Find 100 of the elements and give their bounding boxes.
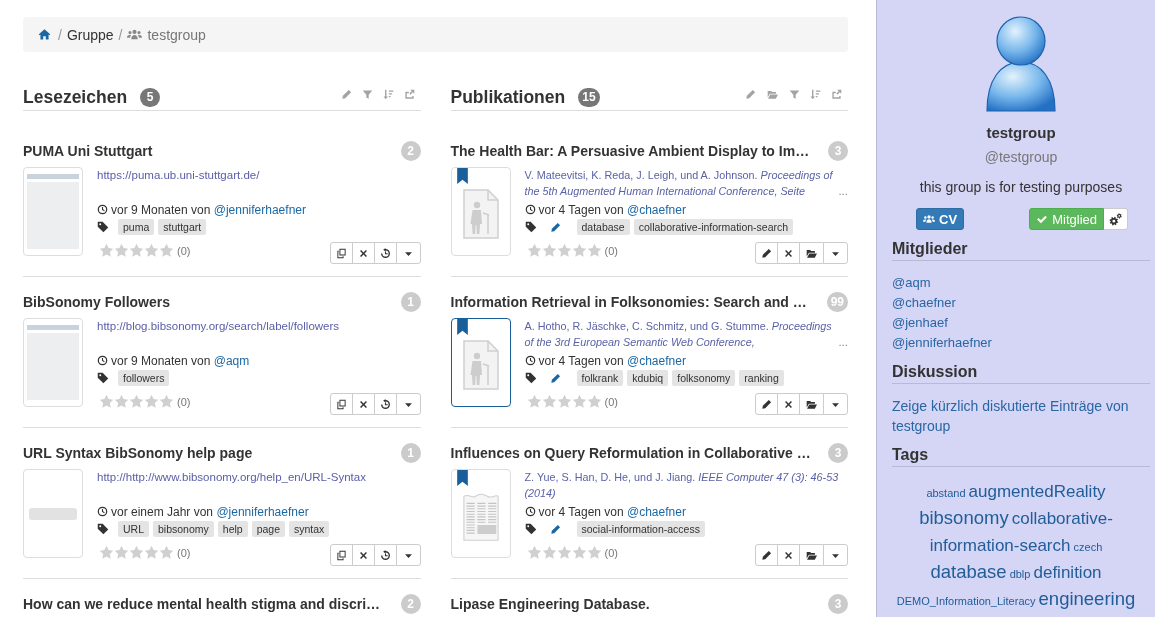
tag-label[interactable]: collaborative-information-search [633,219,794,235]
post-title[interactable]: Lipase Engineering Database. [450,596,650,612]
star-icon[interactable] [129,394,144,409]
tag-label[interactable]: bibsonomy [153,521,214,537]
star-icon[interactable] [526,394,542,409]
post-title[interactable]: The Health Bar: A Persuasive Ambient Display to Im… [450,143,810,159]
star-icon[interactable] [526,545,542,560]
post-title[interactable]: URL Syntax BibSonomy help page [23,445,253,461]
member-link[interactable]: @chaefner [892,293,956,313]
edit-button[interactable] [755,393,778,415]
delete-button[interactable] [777,393,800,415]
star-icon[interactable] [114,394,129,409]
tag-label[interactable]: ranking [739,370,784,386]
star-rating[interactable] [99,545,174,560]
star-icon[interactable] [571,394,587,409]
filter-icon[interactable] [361,88,373,100]
tag-cloud-link[interactable]: bibsonomy [919,507,1009,528]
tag-cloud-link[interactable]: abstand [926,487,966,499]
more-link[interactable]: ... [838,183,848,199]
star-icon[interactable] [159,243,174,258]
tag-label[interactable]: followers [118,370,170,386]
star-icon[interactable] [586,243,602,258]
star-icon[interactable] [556,545,572,560]
home-icon[interactable] [38,28,51,41]
dropdown-button[interactable] [823,544,848,566]
tag-cloud-link[interactable]: czech [1073,541,1103,553]
star-icon[interactable] [586,394,602,409]
sort-icon[interactable] [810,88,821,100]
more-link[interactable]: ... [838,334,848,350]
settings-button[interactable] [1104,208,1128,230]
history-button[interactable] [373,242,397,264]
star-icon[interactable] [129,243,144,258]
copy-button[interactable] [329,544,353,566]
discussion-link[interactable]: Zeige kürzlich diskutierte Einträge von testgroup [892,396,1150,436]
folder-button[interactable] [799,242,824,264]
screenshot-placeholder[interactable] [23,167,83,256]
delete-button[interactable] [351,393,375,415]
sort-icon[interactable] [382,88,394,100]
history-button[interactable] [373,393,397,415]
post-url-link[interactable]: http://blog.bibsonomy.org/search/label/followers [97,318,340,334]
star-rating[interactable] [99,243,174,258]
filter-icon[interactable] [789,88,800,100]
breadcrumb-link[interactable]: Gruppe [66,26,114,43]
tag-label[interactable]: kdubiq [627,370,669,386]
dropdown-button[interactable] [823,393,848,415]
pencil-icon[interactable] [549,372,561,384]
copy-button[interactable] [329,242,353,264]
member-link[interactable]: @jenniferhaefner [892,333,992,353]
user-link[interactable]: @jenniferhaefner [213,202,306,217]
pencil-icon[interactable] [340,88,352,100]
user-link[interactable]: @chaefner [627,504,686,519]
tag-label[interactable]: social-information-access [576,521,705,537]
star-rating[interactable] [99,394,174,409]
star-icon[interactable] [99,243,114,258]
post-url-link[interactable]: https://puma.ub.uni-stuttgart.de/ [97,167,260,183]
delete-button[interactable] [351,544,375,566]
tag-label[interactable]: syntax [289,521,330,537]
star-icon[interactable] [144,394,159,409]
copy-button[interactable] [329,393,353,415]
star-rating[interactable] [526,243,602,258]
folder-button[interactable] [799,544,824,566]
star-rating[interactable] [526,394,602,409]
post-title[interactable]: PUMA Uni Stuttgart [23,143,153,159]
star-icon[interactable] [144,545,159,560]
star-icon[interactable] [541,243,557,258]
dropdown-button[interactable] [395,544,421,566]
tag-cloud-link[interactable]: definition [1033,563,1102,582]
tag-cloud-link[interactable]: augmentedReality [968,482,1106,501]
cv-button[interactable]: CV [916,208,965,230]
post-title[interactable]: Influences on Query Reformulation in Collaborative … [450,445,811,461]
star-icon[interactable] [571,545,587,560]
pencil-icon[interactable] [745,88,756,100]
post-title[interactable]: How can we reduce mental health stigma and discri… [23,596,381,612]
history-button[interactable] [373,544,397,566]
member-link[interactable]: @jenhaef [892,313,948,333]
tag-label[interactable]: stuttgart [158,219,207,235]
tag-cloud-link[interactable]: collaborative- [1011,509,1113,528]
post-title[interactable]: Information Retrieval in Folksonomies: Search and … [450,294,807,310]
tag-label[interactable]: folksonomy [672,370,736,386]
star-icon[interactable] [571,243,587,258]
tag-label[interactable]: URL [118,521,149,537]
folder-icon[interactable] [766,88,779,100]
delete-button[interactable] [351,242,375,264]
star-icon[interactable] [129,545,144,560]
star-icon[interactable] [159,394,174,409]
post-url-link[interactable]: http://http://www.bibsonomy.org/help_en/URL-Syntax [97,469,366,485]
star-icon[interactable] [99,394,114,409]
dropdown-button[interactable] [395,242,421,264]
tag-label[interactable]: database [576,219,630,235]
pencil-icon[interactable] [549,523,561,535]
share-icon[interactable] [403,88,415,100]
delete-button[interactable] [777,544,800,566]
tag-cloud-link[interactable]: engineering [1038,588,1136,609]
share-icon[interactable] [831,88,842,100]
star-icon[interactable] [114,243,129,258]
tag-label[interactable]: page [251,521,285,537]
delete-button[interactable] [777,242,800,264]
user-link[interactable]: @aqm [213,353,250,368]
image-placeholder[interactable] [23,469,83,558]
tag-cloud-link[interactable]: database [930,561,1007,582]
